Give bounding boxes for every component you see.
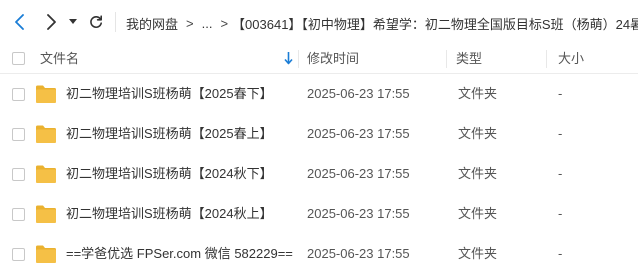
navigation-toolbar: 我的网盘 > ... > 【003641】【初中物理】希望学：初二物理全国版目标…: [0, 0, 638, 44]
row-name[interactable]: 初二物理培训S班杨萌【2024秋下】: [66, 154, 273, 194]
arrow-left-icon: [15, 14, 24, 30]
caret-down-icon: [69, 19, 77, 24]
refresh-button[interactable]: [85, 11, 107, 33]
row-size: -: [558, 86, 563, 101]
folder-icon: [36, 85, 56, 103]
row-type: 文件夹: [458, 126, 498, 141]
select-all-checkbox[interactable]: [12, 52, 25, 65]
row-modified: 2025-06-23 17:55: [307, 246, 410, 261]
row-checkbox[interactable]: [12, 248, 25, 261]
row-checkbox[interactable]: [12, 168, 25, 181]
refresh-icon: [90, 15, 102, 28]
row-modified: 2025-06-23 17:55: [307, 166, 410, 181]
row-size: -: [558, 206, 563, 221]
folder-icon: [36, 245, 56, 263]
row-type: 文件夹: [458, 86, 498, 101]
column-divider[interactable]: [298, 50, 299, 68]
sort-down-arrow-icon[interactable]: [284, 51, 293, 65]
row-size: -: [558, 126, 563, 141]
column-header-modified[interactable]: 修改时间: [307, 44, 359, 74]
row-type: 文件夹: [458, 206, 498, 221]
row-modified: 2025-06-23 17:55: [307, 126, 410, 141]
row-size: -: [558, 246, 563, 261]
row-modified: 2025-06-23 17:55: [307, 206, 410, 221]
row-name[interactable]: 初二物理培训S班杨萌【2025春下】: [66, 74, 273, 114]
row-type: 文件夹: [458, 246, 498, 261]
forward-button[interactable]: [40, 11, 62, 33]
row-size: -: [558, 166, 563, 181]
column-header-name[interactable]: 文件名: [40, 44, 79, 74]
toolbar-divider: [115, 12, 116, 32]
row-name[interactable]: 初二物理培训S班杨萌【2025春上】: [66, 114, 273, 154]
column-header-size[interactable]: 大小: [558, 44, 584, 74]
breadcrumb-separator-icon: >: [220, 15, 229, 31]
file-list-header: 文件名 修改时间 类型 大小: [0, 44, 638, 74]
row-name[interactable]: 初二物理培训S班杨萌【2024秋上】: [66, 194, 273, 234]
row-type: 文件夹: [458, 166, 498, 181]
table-row[interactable]: 初二物理培训S班杨萌【2024秋下】 2025-06-23 17:55 文件夹 …: [0, 154, 638, 194]
column-divider[interactable]: [546, 50, 547, 68]
breadcrumb-current[interactable]: 【003641】【初中物理】希望学：初二物理全国版目标S班（杨萌）24暑...: [232, 14, 638, 33]
arrow-right-icon: [47, 14, 56, 30]
history-dropdown-button[interactable]: [63, 11, 83, 33]
row-checkbox[interactable]: [12, 208, 25, 221]
row-modified: 2025-06-23 17:55: [307, 86, 410, 101]
column-divider[interactable]: [446, 50, 447, 68]
folder-icon: [36, 205, 56, 223]
table-row[interactable]: ==学爸优选 FPSer.com 微信 582229== 2025-06-23 …: [0, 234, 638, 274]
folder-icon: [36, 165, 56, 183]
row-checkbox[interactable]: [12, 88, 25, 101]
table-row[interactable]: 初二物理培训S班杨萌【2025春上】 2025-06-23 17:55 文件夹 …: [0, 114, 638, 154]
column-header-type[interactable]: 类型: [456, 44, 482, 74]
row-checkbox[interactable]: [12, 128, 25, 141]
breadcrumb-ellipsis[interactable]: ...: [202, 16, 213, 31]
folder-icon: [36, 125, 56, 143]
breadcrumb: 我的网盘 > ... > 【003641】【初中物理】希望学：初二物理全国版目标…: [126, 13, 638, 33]
table-row[interactable]: 初二物理培训S班杨萌【2025春下】 2025-06-23 17:55 文件夹 …: [0, 74, 638, 114]
back-button[interactable]: [9, 11, 31, 33]
row-name[interactable]: ==学爸优选 FPSer.com 微信 582229==: [66, 234, 293, 274]
table-row[interactable]: 初二物理培训S班杨萌【2024秋上】 2025-06-23 17:55 文件夹 …: [0, 194, 638, 234]
breadcrumb-root[interactable]: 我的网盘: [126, 14, 178, 33]
breadcrumb-separator-icon: >: [186, 15, 194, 31]
